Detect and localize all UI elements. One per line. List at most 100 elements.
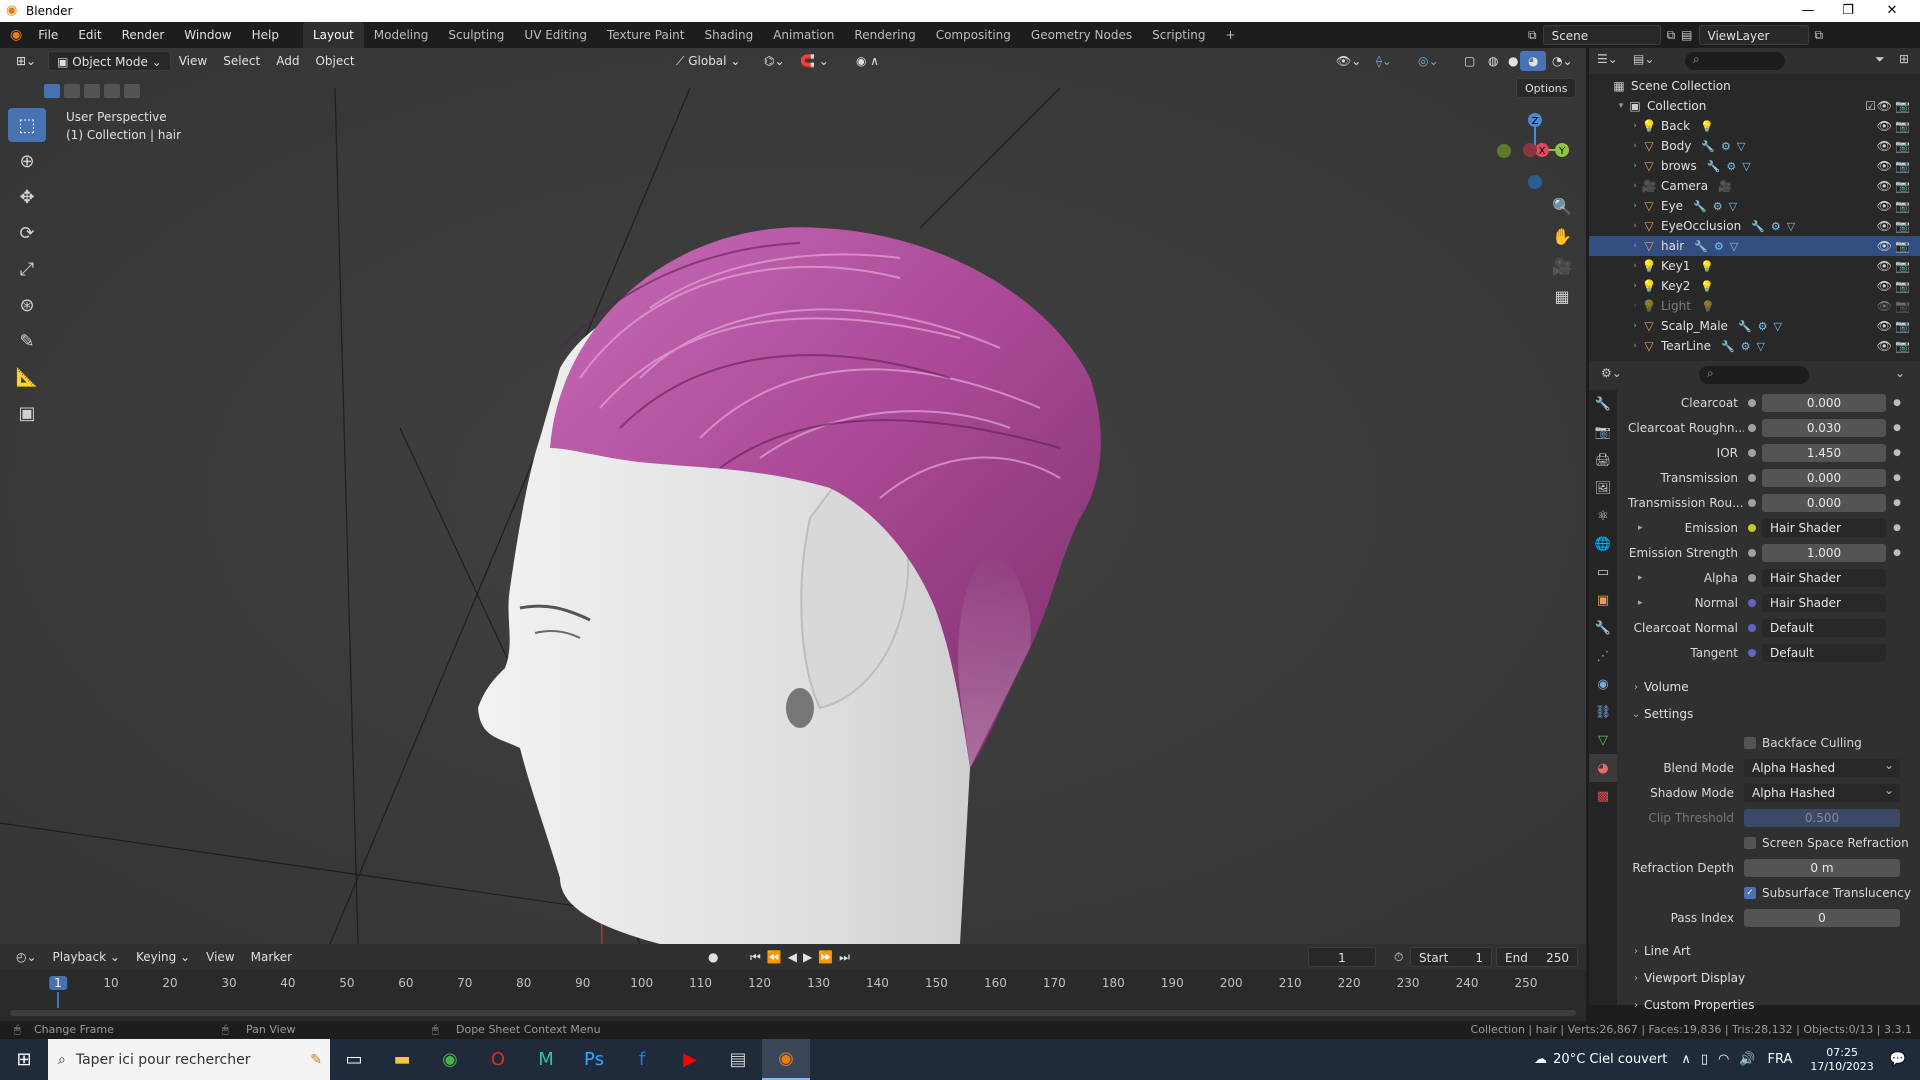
tab-layout[interactable]: Layout: [302, 22, 364, 48]
start-frame-field[interactable]: Start 1: [1410, 947, 1492, 967]
tab-compositing[interactable]: Compositing: [926, 22, 1021, 48]
item-eye-icon[interactable]: 👁: [1877, 159, 1892, 173]
outliner-item[interactable]: › 💡 Key1 💡 👁 📷: [1589, 256, 1920, 276]
chrome-icon[interactable]: ◉: [426, 1039, 474, 1080]
tab-scripting[interactable]: Scripting: [1142, 22, 1215, 48]
keyframe-dot-icon[interactable]: ●: [1892, 423, 1902, 433]
rotate-tool-icon[interactable]: ⟳: [8, 216, 46, 250]
socket-dot-icon[interactable]: [1748, 599, 1756, 607]
keyframe-dot-icon[interactable]: ●: [1892, 498, 1902, 508]
end-frame-field[interactable]: End 250: [1496, 947, 1578, 967]
visibility-icon[interactable]: 👁⌄: [1328, 51, 1369, 71]
tray-device-icon[interactable]: ▯: [1701, 1052, 1708, 1067]
subsurface-translucency-checkbox[interactable]: ✓: [1744, 887, 1756, 899]
outliner-item[interactable]: › ▽ EyeOcclusion 🔧⚙▽ 👁 📷: [1589, 216, 1920, 236]
outliner-collection[interactable]: ▾ ▣ Collection ☑ 👁 📷: [1589, 96, 1920, 116]
item-eye-icon[interactable]: 👁: [1877, 219, 1892, 233]
menu-view[interactable]: View: [171, 51, 215, 71]
keyframe-dot-icon[interactable]: ●: [1892, 398, 1902, 408]
item-render-icon[interactable]: 📷: [1895, 279, 1910, 293]
measure-tool-icon[interactable]: 📐: [8, 360, 46, 394]
expand-item-icon[interactable]: ›: [1629, 181, 1641, 191]
tab-texture-paint[interactable]: Texture Paint: [597, 22, 694, 48]
overlay-toggle-icon[interactable]: ◎⌄: [1410, 51, 1447, 71]
record-icon[interactable]: ●: [700, 947, 726, 967]
timeline-editor-type-icon[interactable]: ◴⌄: [8, 947, 45, 967]
facebook-icon[interactable]: f: [618, 1039, 666, 1080]
tab-sculpting[interactable]: Sculpting: [438, 22, 514, 48]
constraints-tab-icon[interactable]: ⛓: [1589, 698, 1617, 726]
item-render-icon[interactable]: 📷: [1895, 119, 1910, 133]
expand-socket-icon[interactable]: ▸: [1638, 598, 1643, 608]
outliner-item[interactable]: › ▽ Body 🔧⚙▽ 👁 📷: [1589, 136, 1920, 156]
material-tab-icon[interactable]: ◕: [1589, 754, 1617, 782]
proportional-edit-icon[interactable]: ◉ ∧: [848, 51, 887, 71]
camera-view-icon[interactable]: 🎥: [1548, 252, 1576, 280]
options-dropdown[interactable]: Options: [1516, 78, 1577, 98]
tool-tab-icon[interactable]: 🔧: [1589, 390, 1617, 418]
menu-render[interactable]: Render: [112, 22, 175, 48]
item-render-icon[interactable]: 📷: [1895, 299, 1910, 313]
playhead-line[interactable]: [57, 992, 59, 1008]
output-tab-icon[interactable]: 🖨: [1589, 446, 1617, 474]
properties-options-icon[interactable]: ⌄: [1895, 366, 1905, 380]
tab-modeling[interactable]: Modeling: [364, 22, 439, 48]
display-mode-icon[interactable]: ▤⌄: [1633, 52, 1654, 66]
section-volume[interactable]: › Volume: [1628, 676, 1920, 698]
item-eye-icon[interactable]: 👁: [1877, 119, 1892, 133]
file-explorer-icon[interactable]: ▬: [378, 1039, 426, 1080]
outliner-item[interactable]: › 💡 Key2 💡 👁 📷: [1589, 276, 1920, 296]
shadow-mode-dropdown[interactable]: Alpha Hashed: [1744, 781, 1900, 802]
expand-item-icon[interactable]: ›: [1629, 161, 1641, 171]
transform-orientation[interactable]: ⟋ Global ⌄: [668, 51, 748, 71]
property-value-field[interactable]: 0.000: [1762, 394, 1886, 412]
tab-uv-editing[interactable]: UV Editing: [514, 22, 597, 48]
outliner-search-input[interactable]: ⌕: [1685, 52, 1785, 70]
filter-icon[interactable]: ⏷: [1875, 52, 1885, 67]
viewlayer-icon[interactable]: ▤: [1681, 28, 1692, 42]
object-tab-icon[interactable]: ▣: [1589, 586, 1617, 614]
collection-tab-icon[interactable]: ▭: [1589, 558, 1617, 586]
gizmo-toggle-icon[interactable]: ⟠⌄: [1368, 51, 1400, 71]
socket-dot-icon[interactable]: [1748, 424, 1756, 432]
menu-timeline-view[interactable]: View: [198, 947, 242, 967]
item-eye-icon[interactable]: 👁: [1877, 339, 1892, 353]
expand-item-icon[interactable]: ›: [1629, 201, 1641, 211]
expand-item-icon[interactable]: ›: [1629, 321, 1641, 331]
keyframe-dot-icon[interactable]: ●: [1892, 548, 1902, 558]
item-render-icon[interactable]: 📷: [1895, 319, 1910, 333]
render-tab-icon[interactable]: 📷: [1589, 418, 1617, 446]
property-value-field[interactable]: Default: [1762, 619, 1886, 637]
pan-hand-icon[interactable]: ✋: [1548, 222, 1576, 250]
menu-edit[interactable]: Edit: [68, 22, 111, 48]
property-value-field[interactable]: 1.000: [1762, 544, 1886, 562]
task-view-icon[interactable]: ▭: [330, 1039, 378, 1080]
outliner-item[interactable]: › 🎥 Camera 🎥 👁 📷: [1589, 176, 1920, 196]
properties-search-input[interactable]: ⌕: [1699, 366, 1809, 384]
world-tab-icon[interactable]: 🌐: [1589, 530, 1617, 558]
timeline-area[interactable]: 1 10 20 30 40 50 60 70 80 90 100 110 120 130 140 150 160…: [0, 970, 1586, 1021]
property-value-field[interactable]: 0.000: [1762, 469, 1886, 487]
language-indicator[interactable]: FRA: [1768, 1052, 1793, 1067]
mail-app-icon[interactable]: M: [522, 1039, 570, 1080]
menu-file[interactable]: File: [28, 22, 68, 48]
taskbar-search-box[interactable]: ⌕ Taper ici pour rechercher ✎: [48, 1039, 330, 1080]
section-viewport-display[interactable]: › Viewport Display: [1628, 967, 1920, 989]
current-frame-field[interactable]: 1: [1308, 947, 1376, 967]
menu-keying[interactable]: Keying ⌄: [128, 947, 198, 967]
item-render-icon[interactable]: 📷: [1895, 339, 1910, 353]
menu-add[interactable]: Add: [268, 51, 307, 71]
property-value-field[interactable]: 0.000: [1762, 494, 1886, 512]
item-render-icon[interactable]: 📷: [1895, 179, 1910, 193]
item-render-icon[interactable]: 📷: [1895, 139, 1910, 153]
item-eye-icon[interactable]: 👁: [1877, 279, 1892, 293]
minimize-button[interactable]: —: [1788, 0, 1828, 22]
new-viewlayer-icon[interactable]: ⧉: [1815, 28, 1824, 43]
socket-dot-icon[interactable]: [1748, 549, 1756, 557]
select-subtract-icon[interactable]: [84, 84, 100, 98]
item-render-icon[interactable]: 📷: [1895, 239, 1910, 253]
close-button[interactable]: ✕: [1872, 0, 1912, 22]
socket-dot-icon[interactable]: [1748, 624, 1756, 632]
menu-playback[interactable]: Playback ⌄: [45, 947, 128, 967]
tab-animation[interactable]: Animation: [763, 22, 844, 48]
